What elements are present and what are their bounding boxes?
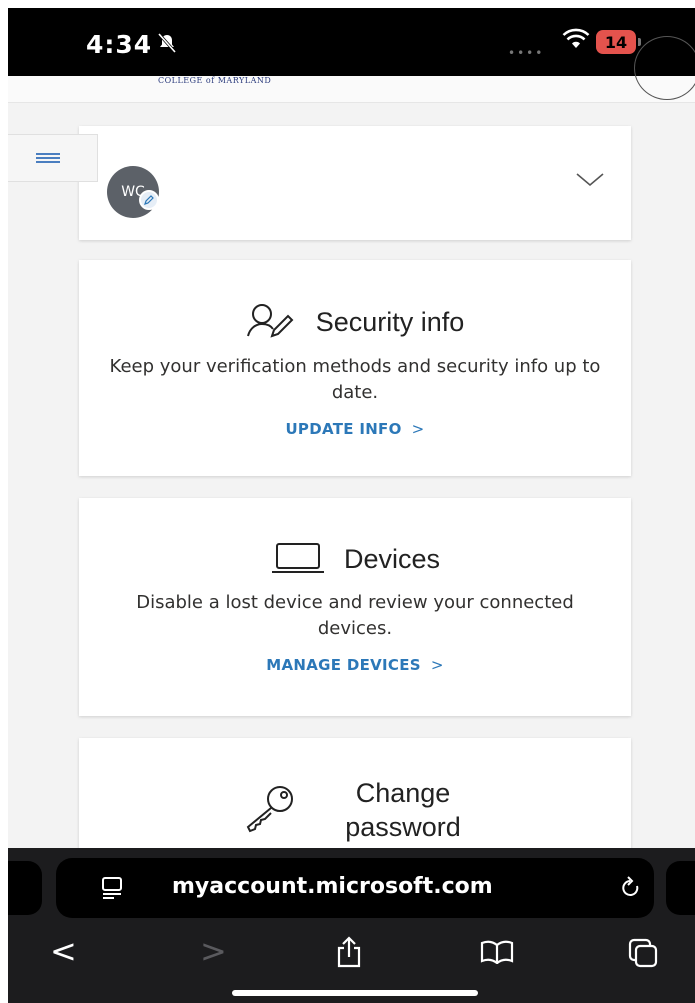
browser-toolbar: < > bbox=[8, 932, 695, 976]
manage-devices-link[interactable]: MANAGE DEVICES > bbox=[266, 656, 444, 674]
page-menu-icon[interactable] bbox=[100, 876, 124, 904]
key-icon bbox=[242, 783, 298, 837]
devices-title: Devices bbox=[343, 543, 441, 574]
status-time: 4:34 bbox=[86, 30, 153, 59]
person-edit-icon bbox=[246, 302, 298, 342]
devices-description: Disable a lost device and review your co… bbox=[136, 592, 574, 639]
battery-cap bbox=[638, 38, 641, 46]
bell-muted-icon bbox=[156, 32, 178, 58]
tabs-icon[interactable] bbox=[628, 938, 658, 972]
change-password-title: Change password bbox=[345, 778, 461, 842]
reload-icon[interactable] bbox=[620, 876, 642, 904]
url-text: myaccount.microsoft.com bbox=[172, 874, 493, 899]
share-icon[interactable] bbox=[335, 936, 363, 972]
next-tab-preview[interactable] bbox=[666, 861, 695, 915]
battery-icon: 14 bbox=[596, 30, 636, 54]
status-bar: 4:34 •••• 14 bbox=[8, 8, 695, 76]
forward-button[interactable]: > bbox=[200, 932, 227, 970]
wifi-icon bbox=[562, 28, 590, 54]
page-header: COLLEGE of MARYLAND bbox=[8, 36, 695, 103]
security-info-title: Security info bbox=[315, 306, 465, 337]
browser-bar: myaccount.microsoft.com < > bbox=[8, 848, 695, 1003]
hamburger-icon bbox=[36, 151, 60, 165]
chevron-down-icon[interactable] bbox=[575, 172, 605, 192]
home-indicator[interactable] bbox=[232, 990, 478, 996]
bookmarks-icon[interactable] bbox=[480, 940, 514, 968]
chevron-right-icon: > bbox=[430, 656, 444, 674]
update-info-link[interactable]: UPDATE INFO > bbox=[285, 420, 424, 438]
security-info-description: Keep your verification methods and secur… bbox=[109, 356, 601, 403]
address-bar[interactable]: myaccount.microsoft.com bbox=[56, 858, 654, 918]
account-button[interactable] bbox=[634, 36, 695, 100]
security-info-card: Security info Keep your verification met… bbox=[79, 260, 631, 476]
college-logo: COLLEGE of MARYLAND bbox=[158, 76, 272, 85]
laptop-icon bbox=[270, 540, 326, 578]
menu-button[interactable] bbox=[8, 134, 98, 182]
profile-card[interactable]: WC bbox=[79, 126, 631, 240]
back-button[interactable]: < bbox=[50, 932, 77, 970]
phone-screen: 4:34 •••• 14 COLLEGE of MARYLAND WC Secu… bbox=[8, 8, 695, 1003]
signal-icon: •••• bbox=[508, 46, 545, 60]
devices-card: Devices Disable a lost device and review… bbox=[79, 498, 631, 716]
previous-tab-preview[interactable] bbox=[8, 861, 42, 915]
chevron-right-icon: > bbox=[411, 420, 425, 438]
edit-pencil-icon[interactable] bbox=[139, 190, 159, 210]
